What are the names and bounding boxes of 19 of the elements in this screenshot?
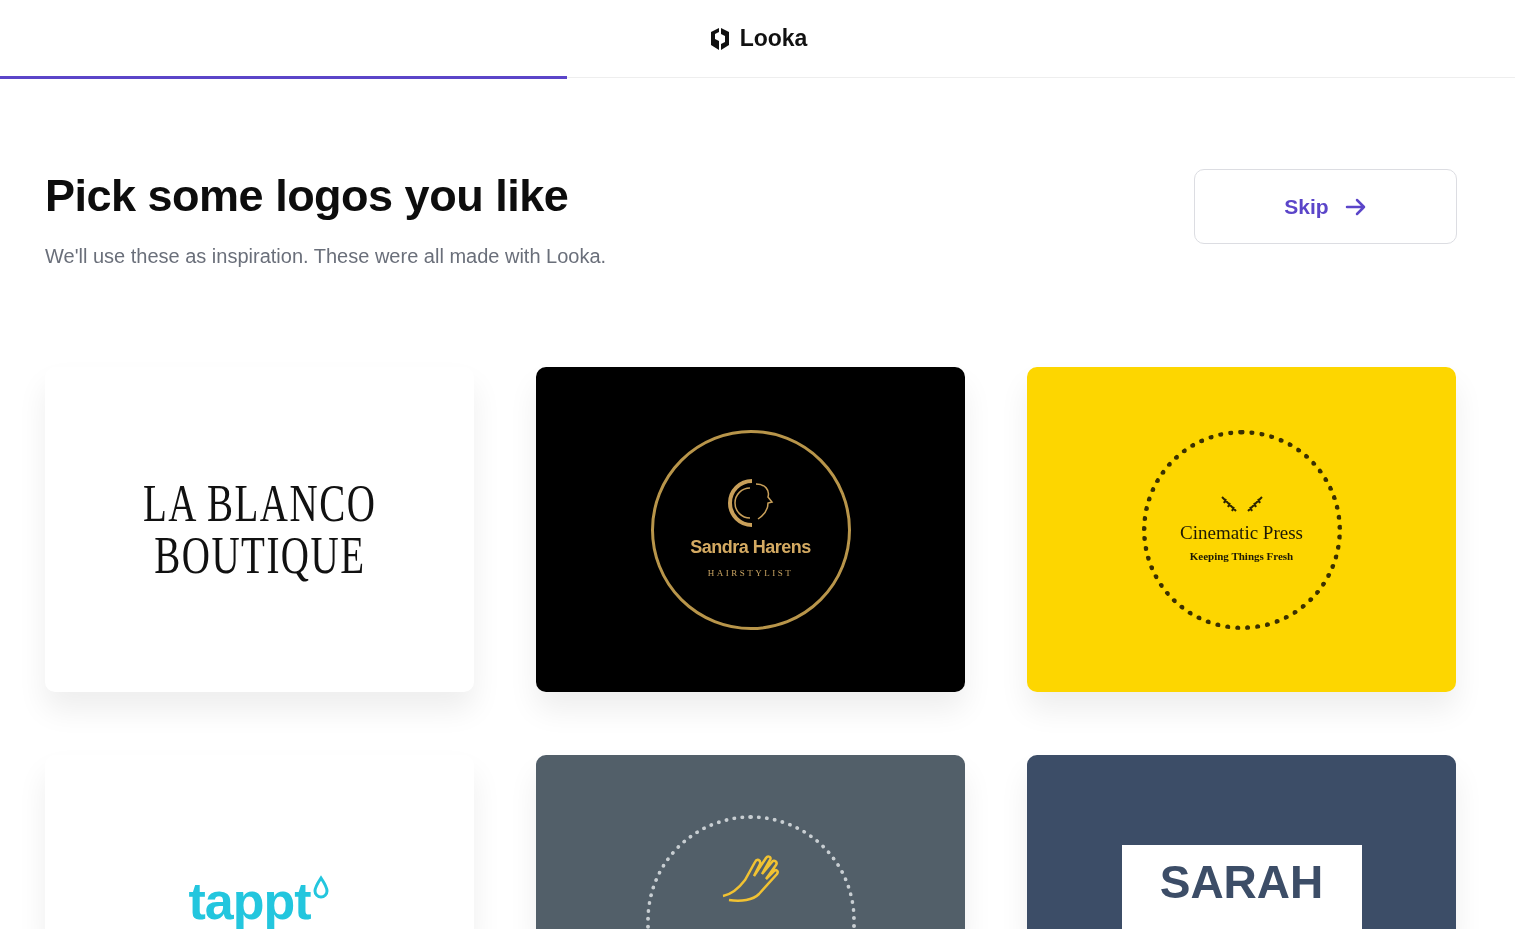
brand-name: Looka <box>739 24 808 54</box>
logo-card[interactable]: Cinematic Press Keeping Things Fresh <box>1027 367 1456 692</box>
logo-wordmark: BOUTIQUE <box>153 529 366 582</box>
logo-card[interactable]: Sandra Harens HAIRSTYLIST <box>536 367 965 692</box>
logo-tagline: Keeping Things Fresh <box>1189 548 1294 564</box>
page-title: Pick some logos you like <box>45 169 570 223</box>
arrow-right-icon <box>1344 197 1367 216</box>
logo-card[interactable]: SARAH <box>1027 755 1456 929</box>
logo-name: SARAH <box>1159 859 1324 905</box>
laurel-icon <box>1219 495 1264 513</box>
logo-card[interactable]: LA BLANCO BOUTIQUE <box>45 367 474 692</box>
logo-name: Cinematic Press <box>1180 521 1303 545</box>
logo-wordmark: LA BLANCO <box>142 477 377 530</box>
crescent-profile-icon <box>727 478 774 529</box>
logo-tagline: HAIRSTYLIST <box>707 567 794 581</box>
logo-name: Sandra Harens <box>690 536 811 560</box>
page-subtitle: We'll use these as inspiration. These were all made with Looka. <box>45 244 607 269</box>
skip-button[interactable]: Skip <box>1194 169 1457 244</box>
logo-card[interactable] <box>536 755 965 929</box>
